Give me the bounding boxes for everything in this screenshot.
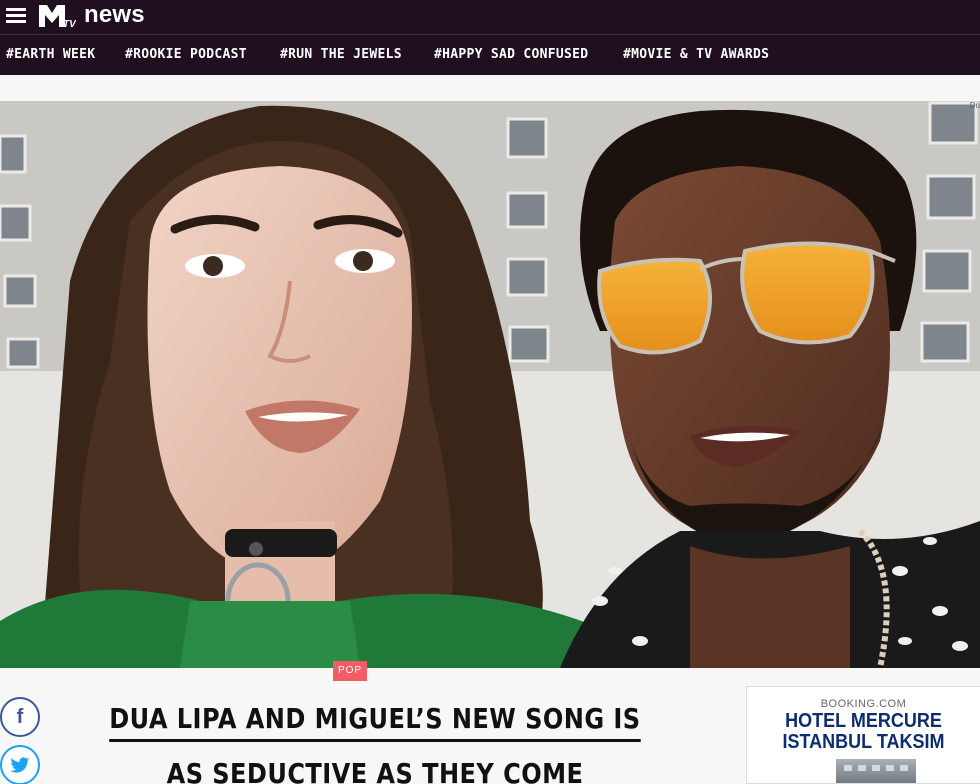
tag-movie-tv-awards[interactable]: #MOVIE & TV AWARDS — [623, 47, 769, 62]
booking-ad[interactable]: BOOKING.COM HOTEL MERCURE ISTANBUL TAKSI… — [746, 686, 980, 784]
hero-image[interactable] — [0, 101, 980, 668]
headline-line-1[interactable]: DUA LIPA AND MIGUEL’S NEW SONG IS — [109, 699, 641, 742]
tag-rookie-podcast[interactable]: #ROOKIE PODCAST — [125, 47, 247, 62]
photo-credit: Du — [969, 101, 980, 110]
ad-title-line-1[interactable]: HOTEL MERCURE — [759, 711, 969, 731]
article-headline[interactable]: DUA LIPA AND MIGUEL’S NEW SONG IS AS SED… — [60, 698, 690, 784]
headline-line-2[interactable]: AS SEDUCTIVE AS THEY COME — [104, 754, 646, 784]
tag-earth-week[interactable]: #EARTH WEEK — [6, 47, 95, 62]
facebook-share-button[interactable]: f — [0, 697, 40, 737]
ad-title-line-2[interactable]: ISTANBUL TAKSIM — [759, 732, 969, 752]
hamburger-menu-icon[interactable] — [6, 6, 28, 26]
facebook-icon: f — [16, 705, 24, 728]
svg-text:TV: TV — [63, 19, 76, 28]
tag-run-the-jewels[interactable]: #RUN THE JEWELS — [280, 47, 402, 62]
twitter-share-button[interactable] — [0, 745, 40, 784]
category-tag[interactable]: POP — [333, 661, 367, 681]
brand-news-label[interactable]: news — [84, 1, 145, 29]
page: TV news #EARTH WEEK #ROOKIE PODCAST #RUN… — [0, 0, 980, 784]
hashtag-nav: #EARTH WEEK #ROOKIE PODCAST #RUN THE JEW… — [0, 34, 980, 75]
twitter-icon — [10, 756, 30, 773]
ad-source: BOOKING.COM — [820, 698, 907, 710]
mtv-logo[interactable]: TV — [38, 3, 76, 28]
ad-hotel-thumbnail[interactable] — [836, 759, 916, 783]
tag-happy-sad-confused[interactable]: #HAPPY SAD CONFUSED — [434, 47, 588, 62]
top-bar: TV news — [0, 0, 980, 34]
